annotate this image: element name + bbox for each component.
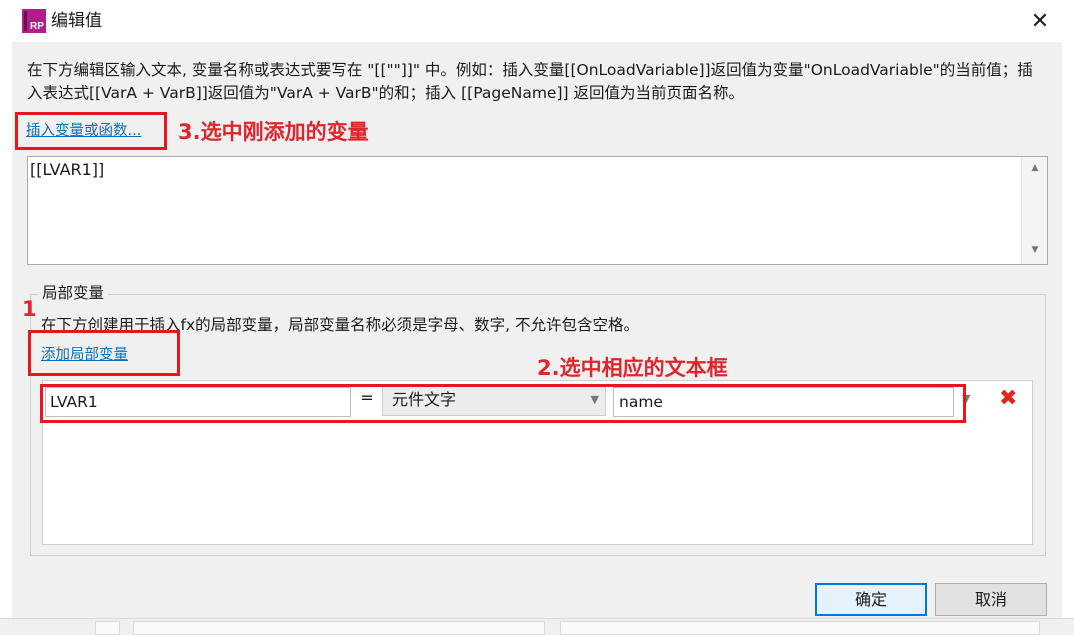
title-bar: RP 编辑值 ✕ <box>0 0 1074 42</box>
background-panel <box>95 621 120 635</box>
scroll-down-icon[interactable]: ▼ <box>1022 245 1048 255</box>
expression-editor[interactable]: [[LVAR1]] ▲ ▼ <box>27 156 1048 265</box>
cancel-button[interactable]: 取消 <box>935 583 1047 616</box>
delete-variable-icon[interactable]: ✖ <box>999 385 1017 413</box>
close-icon[interactable]: ✕ <box>1022 4 1058 40</box>
ok-button[interactable]: 确定 <box>815 583 927 616</box>
local-variables-legend: 局部变量 <box>38 282 109 304</box>
scroll-up-icon[interactable]: ▲ <box>1022 163 1048 173</box>
editor-scrollbar[interactable]: ▲ ▼ <box>1021 157 1047 264</box>
app-icon-label: RP <box>30 21 44 32</box>
annotation-step2: 2.选中相应的文本框 <box>537 356 728 380</box>
window-title: 编辑值 <box>51 11 102 31</box>
background-panel <box>133 621 545 635</box>
annotation-box-insert-link <box>15 112 167 150</box>
annotation-box-add-local <box>28 330 180 376</box>
annotation-step3: 3.选中刚添加的变量 <box>178 120 369 144</box>
annotation-box-variable-row <box>40 384 966 423</box>
instructions-text: 在下方编辑区输入文本, 变量名称或表达式要写在 "[[""]]" 中。例如：插入… <box>27 61 1033 102</box>
axure-rp-app-icon: RP <box>22 9 46 33</box>
background-panel <box>560 621 1040 635</box>
expression-editor-value: [[LVAR1]] <box>30 160 105 179</box>
annotation-step1: 1 <box>22 297 37 321</box>
